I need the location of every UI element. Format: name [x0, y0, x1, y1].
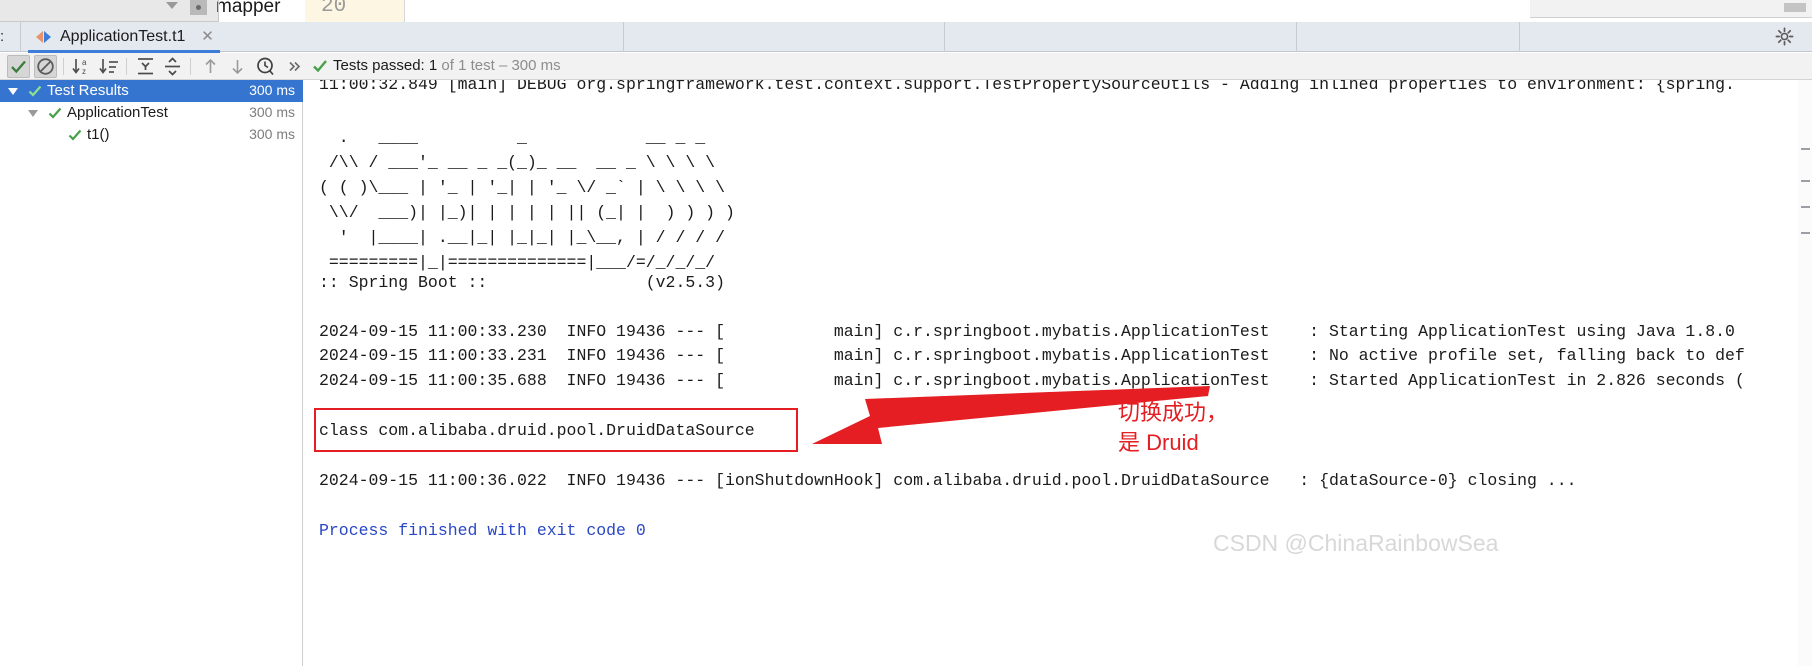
- close-icon[interactable]: ✕: [200, 29, 215, 44]
- breakpoint-icon[interactable]: [190, 0, 207, 15]
- toolbar-separator-3: [190, 58, 191, 75]
- passed-check-icon: [28, 84, 42, 102]
- run-tab-row: :: [0, 22, 1812, 52]
- passed-check-icon: [48, 106, 62, 124]
- tab-divider-1: [623, 22, 624, 52]
- status-of-label: of 1 test: [441, 57, 494, 74]
- tree-row-test-results[interactable]: Test Results 300 ms: [0, 80, 303, 102]
- annotation-line-2: 是 Druid: [1118, 428, 1228, 458]
- annotation-line-1: 切换成功，: [1118, 398, 1228, 428]
- tree-row-duration: 300 ms: [249, 104, 295, 120]
- status-passed-label: Tests passed:: [333, 57, 425, 74]
- svg-text:z: z: [82, 67, 86, 76]
- spring-boot-version-line: :: Spring Boot :: (v2.5.3): [319, 273, 725, 292]
- check-icon: [8, 56, 29, 77]
- line-number-label: 20: [321, 0, 346, 18]
- chevron-down-icon[interactable]: [166, 2, 178, 9]
- tree-row-t1[interactable]: t1() 300 ms: [0, 124, 303, 146]
- tree-row-label: ApplicationTest: [67, 104, 168, 121]
- status-dash: –: [499, 57, 507, 74]
- console-output[interactable]: 11:00:32.849 [main] DEBUG org.springfram…: [304, 80, 1812, 666]
- console-exit-line: Process finished with exit code 0: [319, 521, 646, 540]
- test-results-tree: Test Results 300 ms ApplicationTest 300 …: [0, 80, 303, 666]
- previous-failed-button[interactable]: [199, 55, 222, 78]
- console-log-line: 2024-09-15 11:00:33.230 INFO 19436 --- […: [319, 322, 1735, 341]
- test-status-text: Tests passed: 1 of 1 test – 300 ms: [333, 57, 561, 74]
- show-passed-toggle[interactable]: [7, 55, 30, 78]
- more-options-button[interactable]: [283, 55, 306, 78]
- tree-row-label: t1(): [87, 126, 110, 143]
- tree-row-duration: 300 ms: [249, 82, 295, 98]
- sort-duration-icon: [98, 55, 121, 78]
- spring-boot-banner: . ____ _ __ _ _ /\\ / ___'_ __ _ _(_)_ _…: [319, 125, 735, 275]
- next-failed-button[interactable]: [226, 55, 249, 78]
- scrollbar-marker: [1801, 232, 1810, 234]
- toolbar-separator-1: [63, 58, 64, 75]
- scrollbar-marker: [1801, 148, 1810, 150]
- toolbar-separator-2: [126, 58, 127, 75]
- collapse-all-icon: [161, 55, 184, 78]
- highlight-box: [314, 408, 798, 452]
- passed-check-icon: [68, 128, 82, 146]
- expand-triangle-icon[interactable]: [8, 88, 18, 95]
- editor-scrollbar-thumb[interactable]: [1784, 3, 1806, 12]
- watermark: CSDN @ChinaRainbowSea: [1213, 530, 1498, 557]
- scrollbar-marker: [1801, 180, 1810, 182]
- arrow-down-icon: [226, 55, 249, 78]
- editor-line-number-gutter: 20: [305, 0, 405, 22]
- test-runner-toolbar: a z: [0, 53, 1812, 80]
- annotation-text: 切换成功， 是 Druid: [1118, 398, 1228, 458]
- console-debug-line: 11:00:32.849 [main] DEBUG org.springfram…: [319, 80, 1735, 94]
- editor-divider: [218, 0, 219, 22]
- hide-ignored-toggle[interactable]: [34, 55, 57, 78]
- status-check-icon: [312, 58, 328, 74]
- tree-row-application-test[interactable]: ApplicationTest 300 ms: [0, 102, 303, 124]
- gear-icon[interactable]: [1775, 27, 1794, 46]
- tab-divider-left: [20, 22, 21, 52]
- scrollbar-marker: [1801, 206, 1810, 208]
- console-scrollbar[interactable]: [1798, 80, 1812, 666]
- run-window-prefix-label: :: [0, 28, 4, 45]
- ide-run-window: mapper 20 : ApplicationTest.t1 ✕: [0, 0, 1812, 666]
- editor-tabbar-remnant: [0, 0, 218, 22]
- editor-right-strip: [1530, 0, 1812, 18]
- sort-duration-button[interactable]: [98, 55, 121, 78]
- clock-icon: [254, 55, 277, 78]
- expand-triangle-icon[interactable]: [28, 110, 38, 117]
- editor-strip: mapper 20: [0, 0, 1812, 22]
- console-shutdown-line: 2024-09-15 11:00:36.022 INFO 19436 --- […: [319, 471, 1577, 490]
- tab-application-test[interactable]: ApplicationTest.t1: [28, 22, 195, 52]
- arrow-up-icon: [199, 55, 222, 78]
- sort-alpha-button[interactable]: a z: [71, 55, 94, 78]
- tree-row-duration: 300 ms: [249, 126, 295, 142]
- gutter-divider: [404, 0, 405, 22]
- console-log-line: 2024-09-15 11:00:33.231 INFO 19436 --- […: [319, 346, 1745, 365]
- expand-all-button[interactable]: [134, 55, 157, 78]
- no-entry-icon: [35, 56, 56, 77]
- mapper-label: mapper: [216, 0, 280, 18]
- collapse-all-button[interactable]: [161, 55, 184, 78]
- run-configuration-icon: [36, 30, 51, 44]
- chevron-double-right-icon: [283, 55, 306, 78]
- tab-divider-3: [1296, 22, 1297, 52]
- tab-divider-4: [1519, 22, 1520, 52]
- test-history-button[interactable]: [254, 55, 277, 78]
- status-passed-count: 1: [429, 57, 437, 74]
- svg-text:a: a: [82, 58, 87, 67]
- expand-all-icon: [134, 55, 157, 78]
- tab-divider-2: [944, 22, 945, 52]
- status-duration: 300 ms: [511, 57, 560, 74]
- tab-label: ApplicationTest.t1: [60, 28, 185, 46]
- tree-row-label: Test Results: [47, 82, 129, 99]
- sort-alpha-icon: a z: [71, 55, 94, 78]
